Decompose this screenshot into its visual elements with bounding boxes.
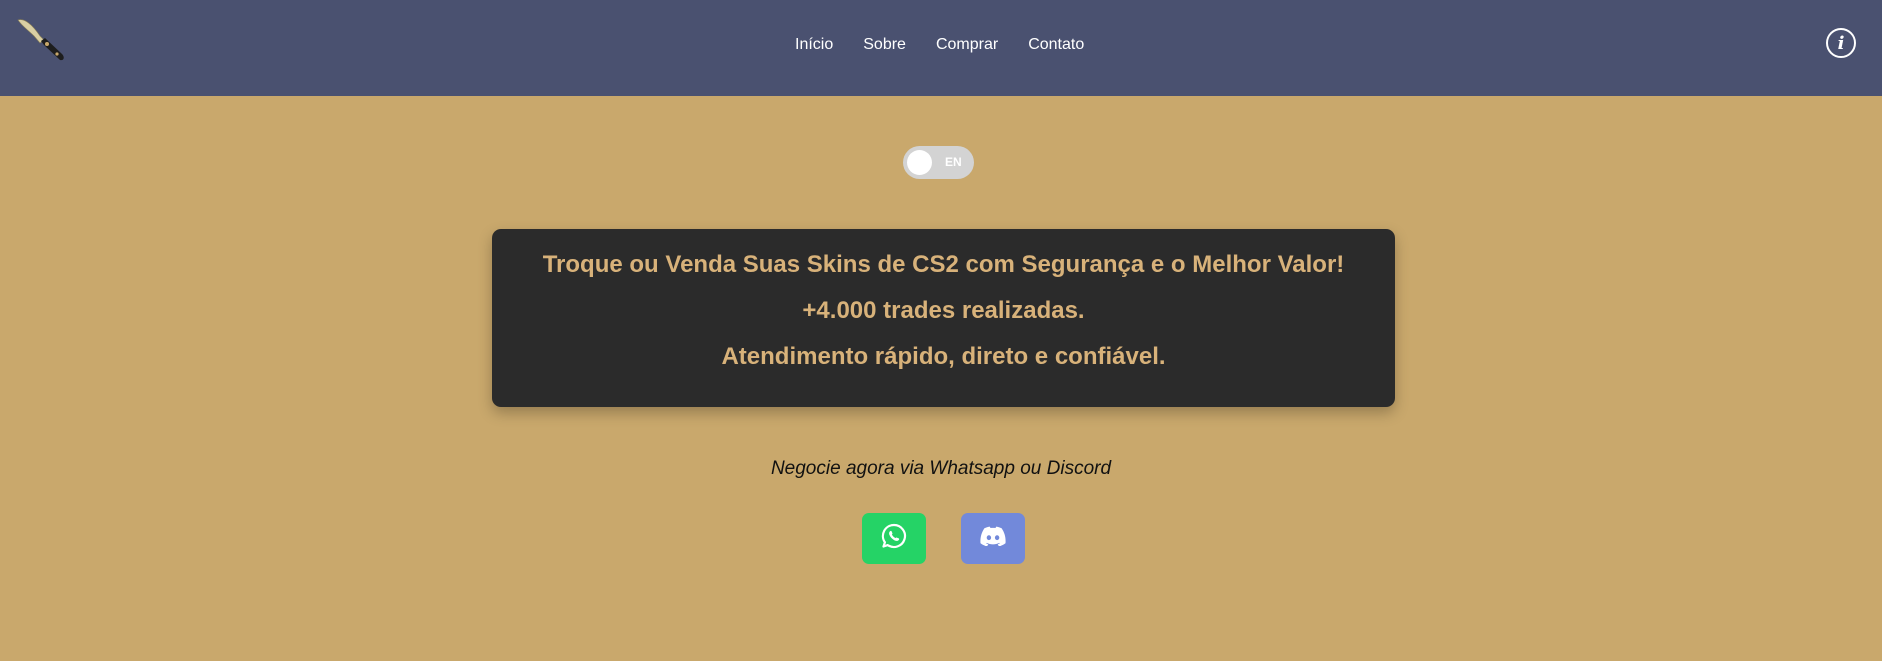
discord-button[interactable] xyxy=(961,513,1025,564)
info-icon[interactable]: i xyxy=(1826,28,1856,58)
nav-link-comprar[interactable]: Comprar xyxy=(936,36,998,54)
hero-service-text: Atendimento rápido, direto e confiável. xyxy=(721,343,1166,370)
discord-icon xyxy=(980,526,1006,551)
nav-link-inicio[interactable]: Início xyxy=(795,36,833,54)
nav-link-sobre[interactable]: Sobre xyxy=(863,36,906,54)
nav-link-contato[interactable]: Contato xyxy=(1028,36,1084,54)
main-nav: Início Sobre Comprar Contato xyxy=(795,36,1084,54)
hero-headline: Troque ou Venda Suas Skins de CS2 com Se… xyxy=(542,251,1345,278)
navbar: Início Sobre Comprar Contato i xyxy=(0,0,1882,96)
knife-logo-icon[interactable] xyxy=(14,14,72,64)
hero-trades-count: +4.000 trades realizadas. xyxy=(802,297,1085,324)
toggle-knob xyxy=(907,150,932,175)
language-label: EN xyxy=(945,155,962,169)
whatsapp-icon xyxy=(881,523,907,554)
cta-text: Negocie agora via Whatsapp ou Discord xyxy=(770,458,1112,479)
hero-card: Troque ou Venda Suas Skins de CS2 com Se… xyxy=(492,229,1395,407)
whatsapp-button[interactable] xyxy=(862,513,926,564)
language-toggle[interactable]: EN xyxy=(903,146,974,179)
